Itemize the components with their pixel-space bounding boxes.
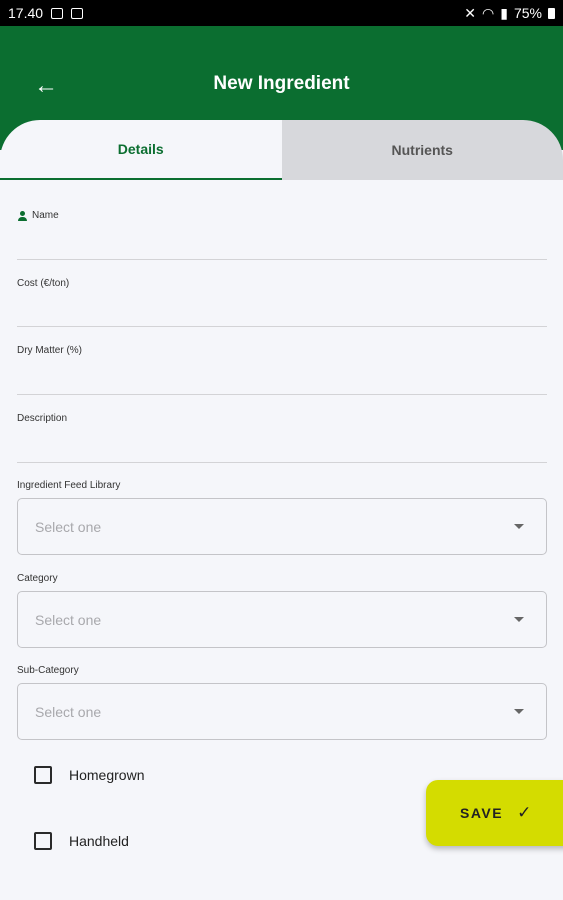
- chevron-down-icon: [514, 524, 524, 529]
- feed-library-placeholder: Select one: [35, 518, 102, 535]
- feed-library-label: Ingredient Feed Library: [17, 480, 121, 491]
- category-select[interactable]: Select one: [17, 591, 547, 648]
- tab-bar: Details Nutrients: [0, 120, 563, 180]
- person-icon: [17, 210, 27, 221]
- sub-category-select[interactable]: Select one: [17, 683, 547, 740]
- dry-matter-field[interactable]: Dry Matter (%): [17, 345, 547, 395]
- feed-library-select[interactable]: Select one: [17, 498, 547, 555]
- tab-details-label: Details: [117, 141, 164, 157]
- checkbox-box[interactable]: [34, 766, 52, 784]
- page-title: New Ingredient: [213, 73, 350, 94]
- category-label: Category: [17, 573, 58, 584]
- mute-icon: ✕: [464, 4, 477, 21]
- sub-category-label: Sub-Category: [17, 665, 79, 676]
- save-button[interactable]: SAVE ✓: [426, 780, 563, 846]
- save-button-label: SAVE: [460, 805, 504, 821]
- gallery-icon: [51, 7, 64, 19]
- name-label-text: Name: [32, 210, 59, 221]
- cost-field[interactable]: Cost (€/ton): [17, 278, 547, 327]
- chevron-down-icon: [514, 617, 524, 622]
- notification-icon: [71, 7, 84, 19]
- handheld-label: Handheld: [69, 833, 129, 849]
- handheld-checkbox[interactable]: Handheld: [34, 832, 129, 850]
- name-field[interactable]: Name: [17, 210, 547, 260]
- checkbox-box[interactable]: [34, 832, 52, 850]
- category-placeholder: Select one: [35, 611, 102, 628]
- status-bar: 17.40 ✕ ◠ ▮ 75%: [0, 0, 563, 26]
- homegrown-checkbox[interactable]: Homegrown: [34, 766, 144, 784]
- status-right: ✕ ◠ ▮ 75%: [464, 5, 555, 22]
- battery-icon: [548, 7, 555, 19]
- status-time: 17.40: [8, 5, 44, 21]
- check-icon: ✓: [517, 803, 532, 822]
- tab-nutrients[interactable]: Nutrients: [281, 120, 563, 180]
- cost-field-label: Cost (€/ton): [17, 278, 70, 289]
- tab-nutrients-label: Nutrients: [391, 142, 453, 158]
- tab-details[interactable]: Details: [0, 120, 282, 180]
- chevron-down-icon: [514, 709, 524, 714]
- description-field-label: Description: [17, 413, 68, 424]
- signal-icon: ▮: [500, 4, 508, 21]
- wifi-icon: ◠: [482, 4, 495, 21]
- description-field[interactable]: Description: [17, 413, 547, 463]
- name-field-label: Name: [17, 210, 547, 221]
- battery-percent: 75%: [513, 5, 542, 21]
- homegrown-label: Homegrown: [69, 767, 145, 783]
- sub-category-placeholder: Select one: [35, 703, 102, 720]
- dry-matter-field-label: Dry Matter (%): [17, 345, 82, 356]
